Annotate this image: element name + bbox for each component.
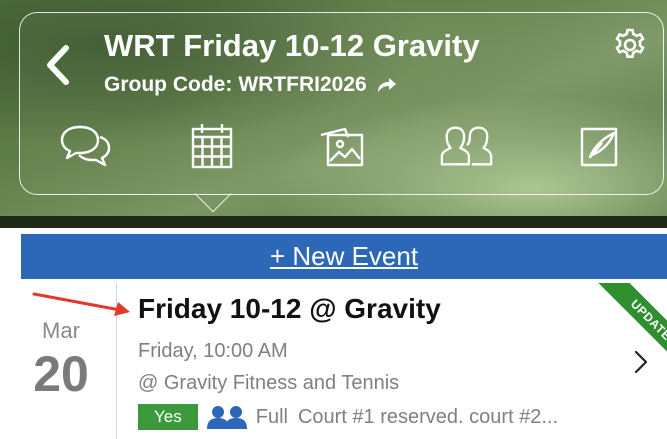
group-code-label: Group Code:	[104, 73, 233, 96]
event-day: 20	[33, 346, 89, 402]
tab-chat[interactable]	[57, 120, 113, 172]
new-event-label: + New Event	[269, 241, 419, 271]
calendar-icon	[191, 124, 233, 169]
event-location: @ Gravity Fitness and Tennis	[138, 372, 400, 394]
event-month: Mar	[42, 318, 80, 343]
event-status-row: Yes Full Court #1 reserved. court #2...	[138, 403, 558, 431]
rsvp-yes-badge[interactable]: Yes	[138, 404, 198, 430]
notes-icon	[580, 127, 618, 167]
members-icon	[440, 126, 493, 166]
event-time: Friday, 10:00 AM	[138, 340, 288, 362]
tab-members[interactable]	[438, 120, 494, 172]
tab-notes[interactable]	[572, 120, 628, 172]
update-ribbon: UPDATE	[567, 283, 667, 383]
group-code-value: WRTFRI2026	[238, 73, 367, 96]
red-annotation-arrow	[32, 292, 130, 316]
back-chevron-icon[interactable]	[40, 40, 76, 90]
tab-photos[interactable]	[313, 120, 369, 172]
share-arrow-icon[interactable]	[375, 76, 397, 94]
chat-bubbles-icon	[60, 125, 111, 167]
event-full-label: Full	[255, 405, 288, 428]
update-ribbon-label: UPDATE	[593, 283, 667, 378]
group-title: WRT Friday 10-12 Gravity	[104, 28, 480, 63]
settings-gear-icon[interactable]	[612, 27, 648, 63]
group-code-row[interactable]: Group Code: WRTFRI2026	[104, 73, 397, 97]
attendees-icon	[206, 406, 247, 429]
tab-calendar[interactable]	[184, 120, 240, 172]
header-bottom-strip	[0, 216, 667, 228]
event-note: Court #1 reserved. court #2...	[297, 405, 559, 428]
event-title[interactable]: Friday 10-12 @ Gravity	[138, 293, 441, 325]
new-event-button[interactable]: + New Event	[21, 234, 667, 279]
photos-icon	[320, 127, 364, 167]
